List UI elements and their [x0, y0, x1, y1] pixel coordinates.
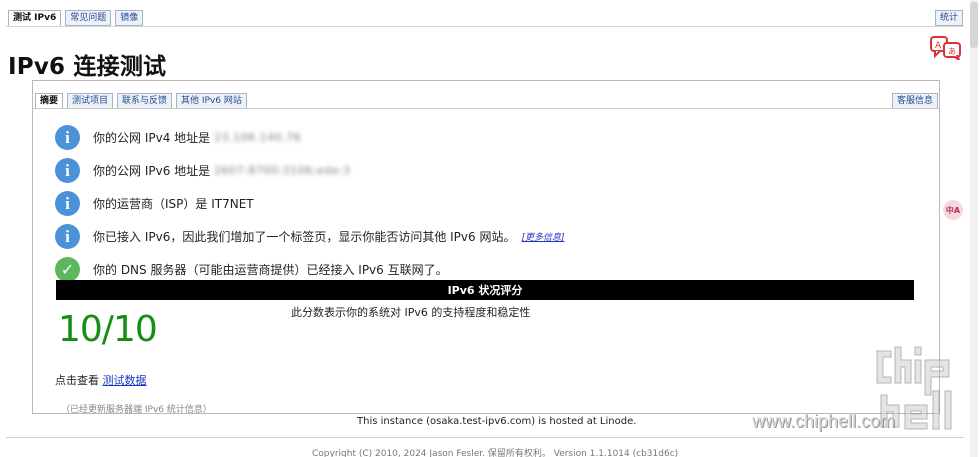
more-info-link[interactable]: [更多信息] — [521, 230, 564, 243]
top-divider — [6, 26, 964, 27]
top-tabs: 测试 IPv6 常见问题 镜像 — [8, 10, 144, 26]
view-data-prefix: 点击查看 — [55, 374, 99, 387]
page-root: 测试 IPv6 常见问题 镜像 统计 A あ IPv6 连接测试 摘要 测试项目… — [0, 0, 980, 457]
copyright-text: Copyright (C) 2010, 2024 Jason Fesler. 保… — [312, 449, 679, 457]
tab-contact[interactable]: 联系与反馈 — [117, 93, 173, 109]
isp-text: 你的运营商（ISP）是 IT7NET — [93, 197, 254, 211]
scrollbar[interactable] — [970, 0, 978, 457]
info-icon: i — [55, 158, 80, 183]
watermark-text: www.chiphell.com — [752, 411, 896, 431]
ipv6-text: 你的公网 IPv6 地址是 — [93, 164, 211, 178]
tab-stats[interactable]: 统计 — [934, 10, 963, 26]
message-ipv6: i 你的公网 IPv6 地址是 2607:8700:3106:ede:3 — [55, 154, 565, 187]
ipv6-value: 2607:8700:3106:ede:3 — [214, 164, 351, 177]
score-description: 此分数表示你的系统对 IPv6 的支持程度和稳定性 — [291, 306, 531, 319]
svg-text:A: A — [935, 41, 942, 51]
info-icon: i — [55, 191, 80, 216]
message-isp: i 你的运营商（ISP）是 IT7NET — [55, 187, 565, 220]
tab-test-items[interactable]: 测试项目 — [67, 93, 114, 109]
tab-summary[interactable]: 摘要 — [35, 93, 64, 109]
tab-notice-text: 你已接入 IPv6，因此我们增加了一个标签页，显示你能否访问其他 IPv6 网站… — [93, 230, 516, 244]
ipv4-text: 你的公网 IPv4 地址是 — [93, 131, 211, 145]
summary-panel: 摘要 测试项目 联系与反馈 其他 IPv6 网站 客服信息 i 你的公网 IPv… — [32, 80, 940, 415]
check-icon: ✓ — [55, 257, 80, 282]
tab-mirror[interactable]: 镜像 — [115, 10, 144, 26]
dns-text: 你的 DNS 服务器（可能由运营商提供）已经接入 IPv6 互联网了。 — [93, 263, 448, 277]
tab-other-sites[interactable]: 其他 IPv6 网站 — [176, 93, 247, 109]
svg-text:あ: あ — [948, 47, 956, 56]
page-title: IPv6 连接测试 — [8, 54, 167, 80]
inner-tabs: 摘要 测试项目 联系与反馈 其他 IPv6 网站 — [35, 93, 247, 109]
score-value: 10/10 — [58, 309, 158, 350]
score-bar: IPv6 状况评分 — [56, 280, 914, 300]
test-data-link[interactable]: 测试数据 — [103, 374, 147, 387]
tab-support[interactable]: 客服信息 — [891, 93, 938, 109]
translate-icon[interactable]: A あ — [930, 36, 964, 60]
hosted-text: This instance (osaka.test-ipv6.com) is h… — [357, 416, 637, 427]
ipv4-value: 23.106.140.76 — [214, 131, 302, 144]
inner-divider — [33, 108, 939, 109]
info-icon: i — [55, 125, 80, 150]
tab-test-ipv6[interactable]: 测试 IPv6 — [8, 10, 62, 26]
messages-list: i 你的公网 IPv4 地址是 23.106.140.76 i 你的公网 IPv… — [55, 121, 565, 286]
scroll-thumb[interactable] — [970, 2, 978, 48]
server-note: （已经更新服务器端 IPv6 统计信息） — [61, 405, 212, 415]
message-ipv4: i 你的公网 IPv4 地址是 23.106.140.76 — [55, 121, 565, 154]
view-data-row: 点击查看 测试数据 — [55, 372, 147, 388]
message-tab-notice: i 你已接入 IPv6，因此我们增加了一个标签页，显示你能否访问其他 IPv6 … — [55, 220, 565, 253]
tab-faq[interactable]: 常见问题 — [65, 10, 112, 26]
info-icon: i — [55, 224, 80, 249]
footer-divider — [6, 437, 964, 438]
floating-translate-icon[interactable]: 中A — [943, 200, 963, 220]
